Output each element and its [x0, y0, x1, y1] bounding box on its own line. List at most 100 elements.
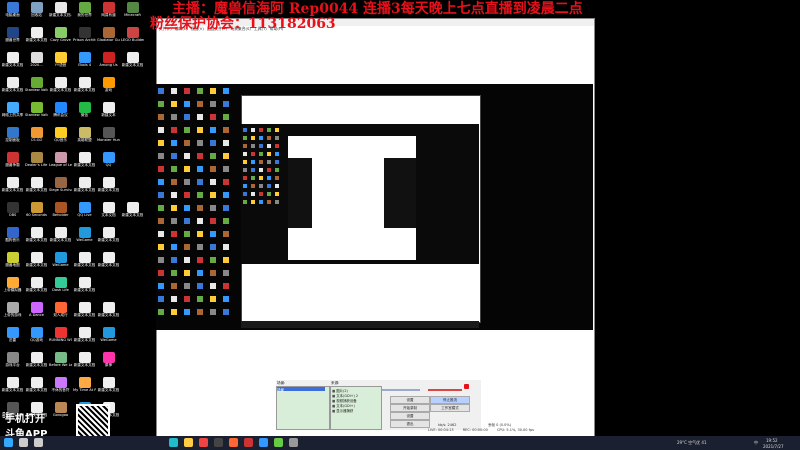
desktop-icon[interactable]: 新建文本文档 [73, 352, 96, 375]
obs-icon[interactable] [214, 438, 223, 447]
desktop-icon[interactable]: Prison Architect [73, 27, 96, 50]
desktop-icon[interactable]: 游戏 [97, 77, 120, 100]
scene-item[interactable]: 场景 [277, 387, 325, 392]
desktop-icon[interactable]: Stardew Valley [25, 77, 48, 100]
desktop-icon[interactable]: WeGame [49, 252, 72, 275]
desktop-icon[interactable]: 双人成行 [49, 302, 72, 325]
desktop-icon[interactable]: 新建文本文档 [1, 77, 24, 100]
desktop-icon[interactable]: 新建文本文档 [73, 327, 96, 350]
desktop-icon[interactable]: RUNNING WITH [49, 327, 72, 350]
desktop-icon[interactable]: 新建文本文档 [73, 177, 96, 200]
desktop-icon[interactable]: 魔兽世界 [1, 27, 24, 50]
desktop-icon[interactable]: 新建文本文档 [49, 77, 72, 100]
desktop-icon[interactable]: League of Legends [49, 152, 72, 175]
desktop-icon[interactable]: 新建文本文档 [25, 352, 48, 375]
desktop-icon[interactable]: 新建文本文档 [25, 177, 48, 200]
desktop-icon[interactable]: 酷狗音乐 [1, 227, 24, 250]
desktop-icon[interactable]: 新建文本文档 [1, 177, 24, 200]
desktop-icon[interactable]: Cozy Grove [49, 27, 72, 50]
desktop-icon[interactable]: CS:GO [25, 127, 48, 150]
desktop-icon[interactable]: WeGame [97, 327, 120, 350]
desktop-icon[interactable]: 新建文本文档 [25, 377, 48, 400]
desktop-icon[interactable]: 电脑桌面 [1, 2, 24, 25]
stop-stream-button[interactable]: 停止推流 [430, 396, 470, 404]
app-icon[interactable] [229, 438, 238, 447]
desktop-icon[interactable]: 文本文档 [97, 202, 120, 225]
desktop-icon[interactable]: 新建文本 [97, 102, 120, 125]
desktop-icon[interactable]: 新建文本文档 [97, 377, 120, 400]
desktop-icon[interactable]: Siege Survival [49, 177, 72, 200]
desktop-icon[interactable]: My Time At Portia [73, 377, 96, 400]
speaker-mute-icon[interactable] [464, 384, 469, 389]
desktop-icon[interactable]: 新建文本文档 [97, 177, 120, 200]
desktop-icon[interactable]: 游戏平台 [1, 352, 24, 375]
desktop-icon[interactable]: 迅雷 [1, 327, 24, 350]
desktop-icon[interactable]: 网易有道 [97, 2, 120, 25]
desktop-icon[interactable]: Dash Life [49, 277, 72, 300]
desktop-icon[interactable]: 上帝的游戏 [1, 302, 24, 325]
desktop-icon[interactable]: iTools 4 [73, 52, 96, 75]
desktop-icon[interactable]: 魔兽地图 [1, 252, 24, 275]
desktop-icon[interactable]: Minecraft [121, 2, 144, 25]
desktop-icon[interactable]: 网络上的共享 [1, 102, 24, 125]
desktop-icon[interactable]: 新建文本文档 [121, 52, 144, 75]
clock-time[interactable]: 19:52 [766, 438, 778, 443]
desktop-icon[interactable]: 新建文本文档 [73, 302, 96, 325]
edge-icon[interactable] [169, 438, 178, 447]
desktop-icon[interactable]: 我的世界 [73, 2, 96, 25]
desktop-icon[interactable]: 回收站 [25, 2, 48, 25]
desktop-icon[interactable]: Beholder [49, 202, 72, 225]
desktop-icon[interactable]: QQ [97, 152, 120, 175]
desktop-icon[interactable]: 2020... [25, 52, 48, 75]
desktop-icon[interactable]: 新建文本文档 [25, 277, 48, 300]
desktop-icon[interactable]: Gladiator Guild [97, 27, 120, 50]
input-language[interactable]: 中 [754, 440, 758, 446]
search-icon[interactable] [19, 438, 28, 447]
weather-widget[interactable]: 29°C 空气优 41 [677, 440, 707, 446]
desktop-icon[interactable]: Stardew Valley [25, 102, 48, 125]
desktop-icon[interactable]: 新建文本文档.txt [49, 2, 72, 25]
app3-icon[interactable] [259, 438, 268, 447]
desktop-icon[interactable]: 新建文本文档 [97, 227, 120, 250]
desktop-icon[interactable]: 新建文本文档 [73, 252, 96, 275]
desktop-icon[interactable]: 魔兽争霸 [1, 152, 24, 175]
app4-icon[interactable] [274, 438, 283, 447]
desktop-icon[interactable]: Among Us [97, 52, 120, 75]
desktop-icon[interactable]: 新建文本文档 [73, 77, 96, 100]
desktop-icon[interactable]: 新建文本文档 [25, 227, 48, 250]
desktop-icon[interactable]: 原神 [97, 352, 120, 375]
desktop-icon[interactable]: 不休的音符 [49, 377, 72, 400]
desktop-icon[interactable]: A Dance [25, 302, 48, 325]
task-view-icon[interactable] [34, 438, 43, 447]
desktop-icon[interactable]: QQ Live [73, 202, 96, 225]
desktop-icon[interactable]: 英雄联盟 [73, 127, 96, 150]
exit-button[interactable]: 退出 [390, 420, 430, 428]
settings-button[interactable]: 设置 [390, 396, 430, 404]
desktop-icon[interactable]: 新建文本文档 [97, 302, 120, 325]
desktop-icon[interactable]: 微信 [73, 102, 96, 125]
desktop-icon[interactable]: 新建文本文档 [25, 27, 48, 50]
desktop-icon[interactable]: 新建文本文档 [25, 252, 48, 275]
desktop-icon[interactable]: QQ音乐 [49, 127, 72, 150]
desktop-icon[interactable]: 上帝模拟器 [1, 277, 24, 300]
desktop-icon[interactable]: 新建文本文档 [97, 252, 120, 275]
desktop-icon[interactable]: WeGame [73, 227, 96, 250]
desktop-icon[interactable]: Dealer's Life 2 [25, 152, 48, 175]
desktop-icon[interactable]: 新建文本文档 [49, 227, 72, 250]
desktop-icon[interactable]: 控制面板 [1, 127, 24, 150]
desktop-icon[interactable]: 新建文本文档 [1, 377, 24, 400]
desktop-icon[interactable]: LEGO Builder [121, 27, 144, 50]
studio-mode-button[interactable]: 工作室模式 [430, 404, 470, 412]
start-recording-button[interactable]: 开始录制 [390, 404, 430, 412]
desktop-icon[interactable]: 新建文本文档 [73, 152, 96, 175]
chrome-icon[interactable] [199, 438, 208, 447]
desktop-icon[interactable]: 腾讯会议 [49, 102, 72, 125]
desktop-icon[interactable]: 60 Seconds [25, 202, 48, 225]
desktop-icon[interactable]: Monster Hunter [97, 127, 120, 150]
desktop-icon[interactable]: 新建文本文档 [121, 202, 144, 225]
desktop-icon[interactable]: 新建文本文档 [1, 52, 24, 75]
app5-icon[interactable] [289, 438, 298, 447]
source-item[interactable]: 显示器捕获 [332, 408, 353, 413]
desktop-icon[interactable]: Before We Leave [49, 352, 72, 375]
desktop-icon[interactable]: YY语音 [49, 52, 72, 75]
